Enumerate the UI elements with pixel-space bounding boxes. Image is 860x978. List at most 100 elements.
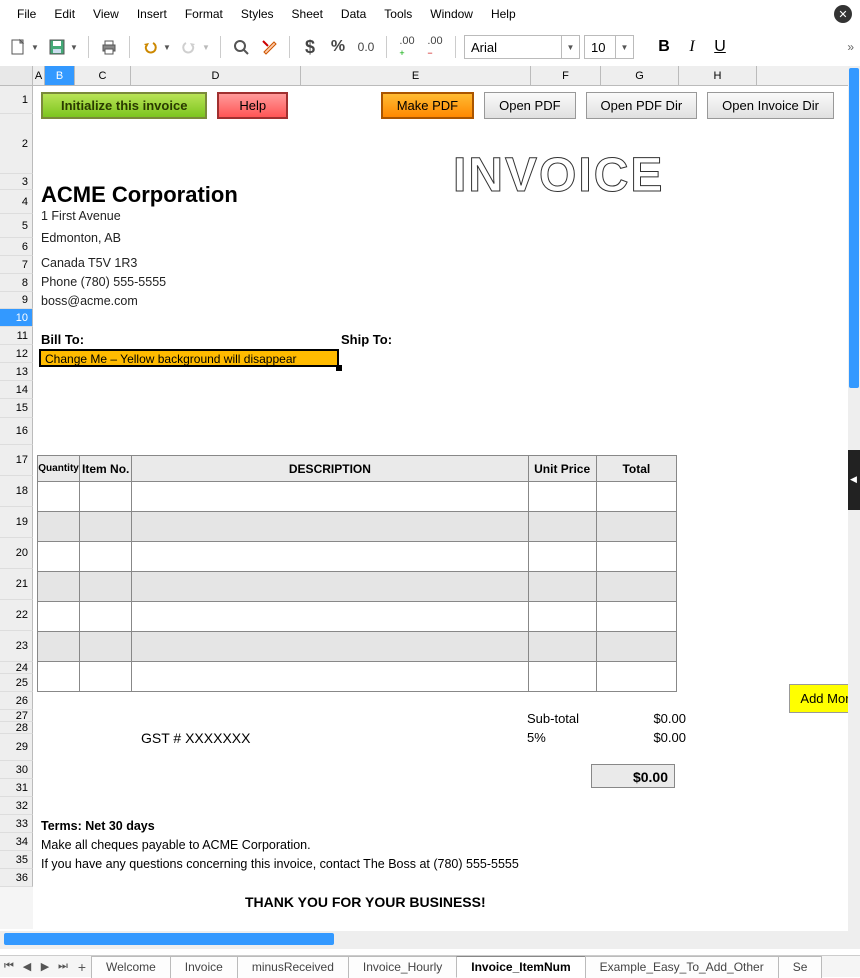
row-header-32[interactable]: 32 — [0, 797, 33, 815]
col-total[interactable]: Total — [596, 456, 676, 482]
make-pdf-button[interactable]: Make PDF — [381, 92, 474, 119]
row-header-2[interactable]: 2 — [0, 114, 33, 174]
row-header-21[interactable]: 21 — [0, 569, 33, 600]
add-decimal-icon[interactable]: .00+ — [395, 35, 419, 59]
table-row[interactable] — [38, 602, 677, 632]
row-header-5[interactable]: 5 — [0, 214, 33, 238]
col-description[interactable]: DESCRIPTION — [132, 456, 528, 482]
menu-file[interactable]: File — [8, 3, 45, 25]
currency-icon[interactable]: $ — [298, 35, 322, 59]
sheet-tab-se[interactable]: Se — [778, 956, 823, 978]
clear-format-icon[interactable] — [257, 35, 281, 59]
col-header-f[interactable]: F — [531, 66, 601, 85]
row-header-34[interactable]: 34 — [0, 833, 33, 851]
menu-insert[interactable]: Insert — [128, 3, 176, 25]
row-header-18[interactable]: 18 — [0, 476, 33, 507]
undo-dropdown[interactable]: ▼ — [163, 43, 173, 52]
number-format-icon[interactable]: 0.0 — [354, 35, 378, 59]
row-header-23[interactable]: 23 — [0, 631, 33, 662]
tab-first-icon[interactable]: ⏮ — [0, 956, 18, 978]
font-size-select[interactable]: ▼ — [584, 35, 634, 59]
col-header-h[interactable]: H — [679, 66, 757, 85]
cell-fill-handle[interactable] — [336, 365, 342, 371]
font-name-input[interactable] — [465, 36, 561, 58]
col-header-c[interactable]: C — [75, 66, 131, 85]
font-name-dropdown[interactable]: ▼ — [561, 36, 579, 58]
sheet-tab-invoice-hourly[interactable]: Invoice_Hourly — [348, 956, 457, 978]
col-item-no[interactable]: Item No. — [80, 456, 132, 482]
italic-button[interactable]: I — [680, 35, 704, 59]
row-header-29[interactable]: 29 — [0, 734, 33, 761]
row-header-6[interactable]: 6 — [0, 238, 33, 256]
sheet-tab-example-easy-to-add-other[interactable]: Example_Easy_To_Add_Other — [585, 956, 779, 978]
save-dropdown[interactable]: ▼ — [70, 43, 80, 52]
vertical-scroll-thumb[interactable] — [849, 68, 859, 388]
col-header-a[interactable]: A — [33, 66, 45, 85]
new-doc-icon[interactable] — [6, 35, 30, 59]
find-icon[interactable] — [229, 35, 253, 59]
col-header-g[interactable]: G — [601, 66, 679, 85]
table-row[interactable] — [38, 662, 677, 692]
row-header-15[interactable]: 15 — [0, 399, 33, 418]
initialize-invoice-button[interactable]: Initialize this invoice — [41, 92, 207, 119]
font-name-select[interactable]: ▼ — [464, 35, 580, 59]
col-header-d[interactable]: D — [131, 66, 301, 85]
col-header-e[interactable]: E — [301, 66, 531, 85]
row-header-26[interactable]: 26 — [0, 692, 33, 710]
open-invoice-dir-button[interactable]: Open Invoice Dir — [707, 92, 834, 119]
tab-next-icon[interactable]: ▶ — [36, 956, 54, 978]
undo-icon[interactable] — [138, 35, 162, 59]
sheet-tab-minusreceived[interactable]: minusReceived — [237, 956, 349, 978]
add-more-rows-button[interactable]: Add More Ro — [789, 684, 848, 713]
table-row[interactable] — [38, 542, 677, 572]
redo-icon[interactable] — [177, 35, 201, 59]
underline-button[interactable]: U — [708, 35, 732, 59]
percent-icon[interactable]: % — [326, 35, 350, 59]
menu-view[interactable]: View — [84, 3, 128, 25]
row-header-35[interactable]: 35 — [0, 851, 33, 869]
menu-window[interactable]: Window — [421, 3, 482, 25]
bold-button[interactable]: B — [652, 35, 676, 59]
row-header-31[interactable]: 31 — [0, 779, 33, 797]
row-header-14[interactable]: 14 — [0, 381, 33, 399]
active-cell-b10[interactable]: Change Me – Yellow background will disap… — [39, 349, 339, 367]
help-button[interactable]: Help — [217, 92, 288, 119]
col-quantity[interactable]: Quantity — [38, 456, 80, 482]
add-sheet-button[interactable]: + — [72, 959, 92, 975]
print-icon[interactable] — [97, 35, 121, 59]
cell-grid[interactable]: Initialize this invoice Help Make PDF Op… — [33, 86, 848, 929]
save-icon[interactable] — [45, 35, 69, 59]
row-header-20[interactable]: 20 — [0, 538, 33, 569]
row-header-12[interactable]: 12 — [0, 345, 33, 363]
row-header-30[interactable]: 30 — [0, 761, 33, 779]
open-pdf-dir-button[interactable]: Open PDF Dir — [586, 92, 698, 119]
table-row[interactable] — [38, 632, 677, 662]
select-all-corner[interactable] — [0, 66, 33, 85]
row-header-27[interactable]: 27 — [0, 710, 33, 722]
menu-format[interactable]: Format — [176, 3, 232, 25]
row-header-4[interactable]: 4 — [0, 190, 33, 214]
menu-sheet[interactable]: Sheet — [283, 3, 332, 25]
row-header-8[interactable]: 8 — [0, 274, 33, 292]
horizontal-scrollbar[interactable] — [0, 931, 848, 949]
side-panel-toggle[interactable] — [848, 450, 860, 510]
toolbar-overflow-icon[interactable]: » — [843, 36, 858, 58]
row-header-24[interactable]: 24 — [0, 662, 33, 674]
row-header-22[interactable]: 22 — [0, 600, 33, 631]
row-header-7[interactable]: 7 — [0, 256, 33, 274]
remove-decimal-icon[interactable]: .00− — [423, 35, 447, 59]
row-header-9[interactable]: 9 — [0, 292, 33, 309]
menu-styles[interactable]: Styles — [232, 3, 283, 25]
redo-dropdown[interactable]: ▼ — [202, 43, 212, 52]
tab-last-icon[interactable]: ⏭ — [54, 956, 72, 978]
col-unit-price[interactable]: Unit Price — [528, 456, 596, 482]
row-header-10[interactable]: 10 — [0, 309, 33, 327]
row-header-11[interactable]: 11 — [0, 327, 33, 345]
font-size-input[interactable] — [585, 36, 615, 58]
open-pdf-button[interactable]: Open PDF — [484, 92, 575, 119]
menu-data[interactable]: Data — [332, 3, 375, 25]
sheet-tab-welcome[interactable]: Welcome — [91, 956, 171, 978]
table-row[interactable] — [38, 482, 677, 512]
row-header-25[interactable]: 25 — [0, 674, 33, 692]
tab-prev-icon[interactable]: ◀ — [18, 956, 36, 978]
